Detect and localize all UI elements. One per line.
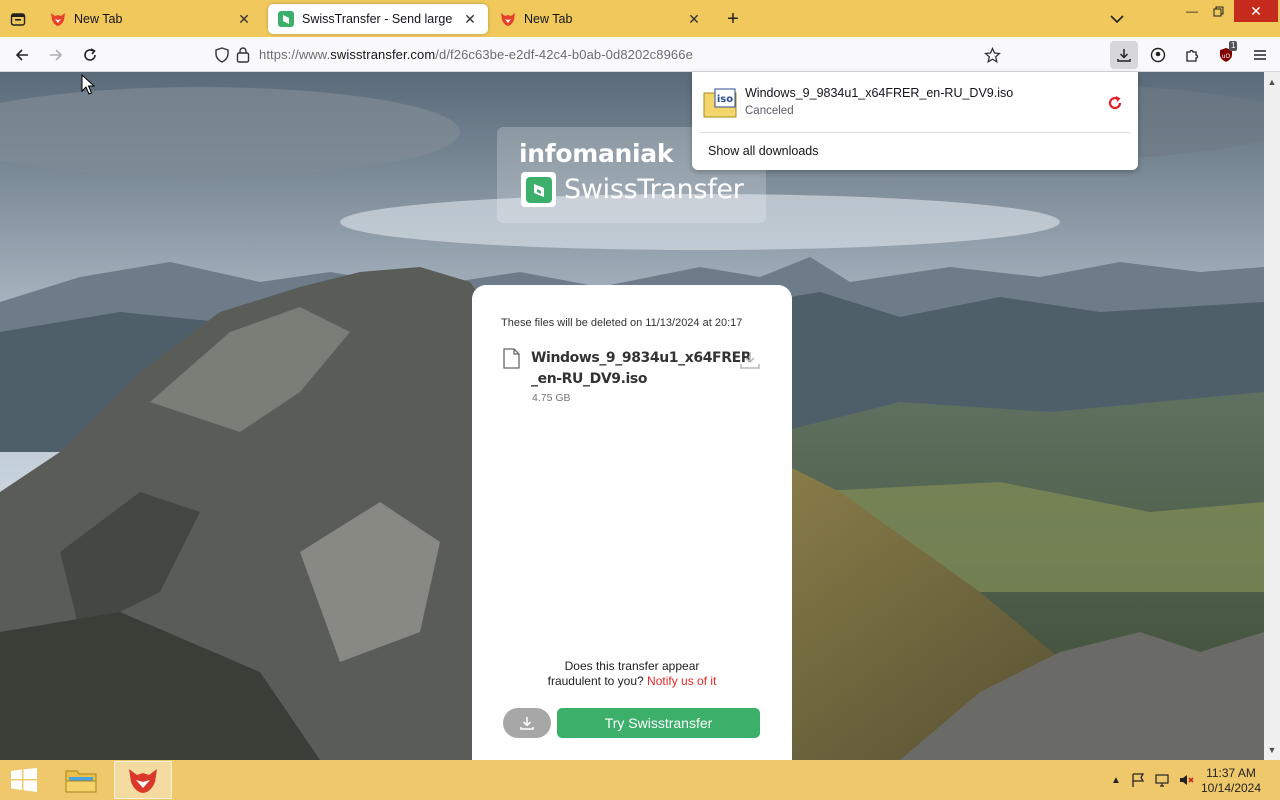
- iso-file-icon: iso: [703, 88, 737, 118]
- downloads-panel: iso Windows_9_9834u1_x64FRER_en-RU_DV9.i…: [692, 72, 1138, 170]
- download-icon: [520, 717, 534, 730]
- tab-strip: New Tab ✕ SwissTransfer - Send large fil…: [0, 0, 1280, 37]
- lock-icon[interactable]: [235, 46, 251, 63]
- action-center-flag-icon[interactable]: [1130, 772, 1146, 788]
- url-domain: swisstransfer.com: [330, 47, 436, 62]
- restore-button[interactable]: [1202, 0, 1234, 22]
- account-icon: [1150, 47, 1166, 63]
- panel-separator: [700, 132, 1130, 133]
- tab-close-icon[interactable]: ✕: [236, 11, 252, 27]
- file-explorer-taskbar-button[interactable]: [52, 761, 110, 799]
- try-swisstransfer-button[interactable]: Try Swisstransfer: [557, 708, 760, 738]
- firefox-view-icon: [10, 13, 26, 26]
- clock-time: 11:37 AM: [1206, 766, 1256, 780]
- navigation-toolbar: https://www.swisstransfer.com/d/f26c63be…: [0, 37, 1280, 72]
- url-text[interactable]: https://www.swisstransfer.com/d/f26c63be…: [259, 47, 693, 62]
- clock-date: 10/14/2024: [1200, 781, 1262, 795]
- show-hidden-icons-button[interactable]: ▲: [1108, 772, 1124, 788]
- iso-label: iso: [717, 94, 733, 105]
- network-icon[interactable]: [1154, 772, 1170, 788]
- windows-logo-icon: [11, 768, 37, 792]
- close-window-button[interactable]: ✕: [1234, 0, 1278, 22]
- scroll-down-arrow-icon[interactable]: ▼: [1264, 742, 1280, 758]
- chevron-down-icon: [1110, 15, 1124, 24]
- tab-close-icon[interactable]: ✕: [686, 11, 702, 27]
- extension-badge: 1: [1229, 41, 1238, 51]
- fraud-question-line2: fraudulent to you?: [547, 674, 644, 688]
- arrow-left-icon: [15, 49, 28, 61]
- mouse-cursor-icon: [81, 74, 95, 95]
- try-button-label: Try Swisstransfer: [604, 715, 713, 731]
- reload-button[interactable]: [76, 41, 104, 69]
- tab-title: SwissTransfer - Send large files: [302, 12, 456, 26]
- address-bar[interactable]: https://www.swisstransfer.com/d/f26c63be…: [208, 41, 1008, 69]
- file-name-line1: Windows_9_9834u1_x64FRER: [531, 350, 752, 366]
- firefox-taskbar-button[interactable]: [114, 761, 172, 799]
- scroll-up-arrow-icon[interactable]: ▲: [1264, 74, 1280, 90]
- swisstransfer-glyph-icon: [525, 176, 552, 203]
- firefox-fox-icon: [51, 13, 65, 26]
- start-button[interactable]: [6, 766, 42, 794]
- list-all-tabs-button[interactable]: [1104, 7, 1130, 31]
- file-download-icon[interactable]: [739, 350, 761, 370]
- firefox-fox-icon: [501, 13, 515, 26]
- download-icon: [1117, 49, 1131, 62]
- windows-taskbar: ▲ 11:37 AM 10/14/2024: [0, 760, 1280, 800]
- ublock-origin-button[interactable]: uO 1: [1212, 41, 1240, 69]
- account-button[interactable]: [1144, 41, 1172, 69]
- puzzle-piece-icon: [1186, 49, 1199, 62]
- firefox-view-button[interactable]: [4, 6, 32, 32]
- app-menu-button[interactable]: [1246, 41, 1274, 69]
- swisstransfer-logo-icon: [521, 172, 556, 207]
- download-filename: Windows_9_9834u1_x64FRER_en-RU_DV9.iso: [745, 86, 1014, 100]
- tab-title: New Tab: [74, 12, 123, 26]
- tab-new-tab-2[interactable]: New Tab ✕: [490, 4, 712, 34]
- fraud-report-text: Does this transfer appear fraudulent to …: [472, 659, 792, 689]
- file-size: 4.75 GB: [532, 392, 571, 404]
- folder-icon: [65, 770, 97, 793]
- transfer-card: These files will be deleted on 11/13/202…: [472, 285, 792, 760]
- download-item[interactable]: iso Windows_9_9834u1_x64FRER_en-RU_DV9.i…: [700, 78, 1130, 126]
- download-all-button[interactable]: [503, 708, 551, 738]
- fraud-question-line1: Does this transfer appear: [564, 659, 700, 673]
- file-name-line2: _en-RU_DV9.iso: [531, 371, 648, 387]
- tab-close-icon[interactable]: ✕: [462, 11, 478, 27]
- tab-title: New Tab: [524, 12, 573, 26]
- minimize-icon: —: [1186, 4, 1198, 18]
- hamburger-menu-icon: [1254, 50, 1266, 60]
- svg-text:uO: uO: [1222, 53, 1231, 60]
- speaker-muted-icon[interactable]: [1178, 772, 1194, 788]
- tracking-protection-shield-icon[interactable]: [214, 47, 230, 63]
- plus-icon: +: [727, 7, 739, 30]
- deletion-notice: These files will be deleted on 11/13/202…: [501, 317, 743, 329]
- url-prefix: https://www.: [259, 47, 331, 62]
- bookmark-star-icon[interactable]: [984, 47, 1001, 64]
- tab-new-tab-1[interactable]: New Tab ✕: [40, 4, 262, 34]
- url-path: /d/f26c63be-e2df-42c4-b0ab-0d8202c8966e: [435, 47, 693, 62]
- file-name: Windows_9_9834u1_x64FRER _en-RU_DV9.iso: [531, 348, 752, 390]
- reload-icon: [84, 48, 96, 61]
- retry-icon[interactable]: [1106, 94, 1124, 112]
- system-clock[interactable]: 11:37 AM 10/14/2024: [1199, 766, 1263, 796]
- swisstransfer-wordmark: SwissTransfer: [564, 174, 744, 205]
- back-button[interactable]: [8, 41, 36, 69]
- extensions-button[interactable]: [1178, 41, 1206, 69]
- new-tab-button[interactable]: +: [720, 6, 746, 32]
- firefox-fox-icon: [129, 769, 157, 793]
- infomaniak-wordmark: infomaniak: [519, 139, 674, 168]
- downloads-button[interactable]: [1110, 41, 1138, 69]
- notify-fraud-link[interactable]: Notify us of it: [647, 674, 716, 688]
- page-scrollbar[interactable]: ▲ ▼: [1264, 72, 1280, 760]
- page-viewport: infomaniak SwissTransfer These files wil…: [0, 72, 1264, 760]
- close-icon: ✕: [1250, 2, 1262, 19]
- restore-icon: [1213, 6, 1223, 16]
- forward-button[interactable]: [42, 41, 70, 69]
- download-status: Canceled: [745, 105, 794, 117]
- arrow-right-icon: [50, 49, 63, 61]
- file-icon: [503, 348, 520, 369]
- show-all-downloads-button[interactable]: Show all downloads: [708, 144, 819, 158]
- tab-swisstransfer[interactable]: SwissTransfer - Send large files ✕: [268, 4, 488, 34]
- swisstransfer-icon: [278, 11, 294, 27]
